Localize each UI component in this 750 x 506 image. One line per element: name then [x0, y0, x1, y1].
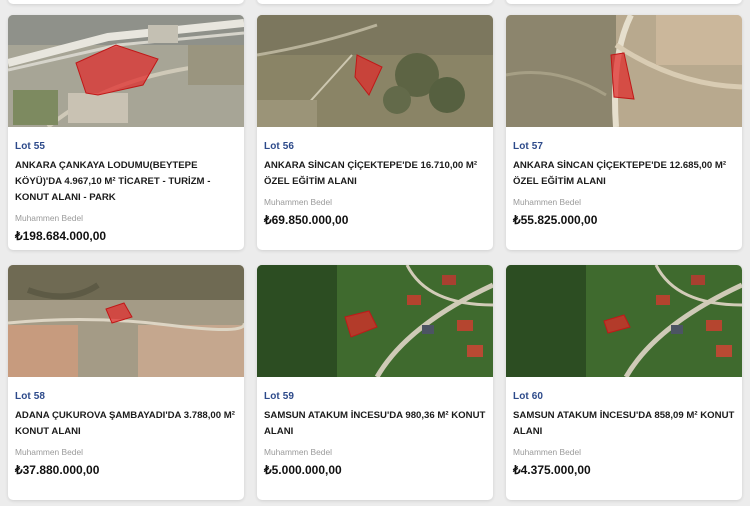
price-label: Muhammen Bedel: [513, 197, 581, 207]
price-value: ₺69.850.000,00: [264, 213, 349, 227]
price-value: ₺5.000.000,00: [264, 463, 342, 477]
listing-card-body: Lot 60 SAMSUN ATAKUM İNCESU'DA 858,09 M²…: [513, 389, 736, 478]
listing-title[interactable]: ANKARA ÇANKAYA LODUMU(BEYTEPE KÖYÜ)'DA 4…: [15, 158, 238, 206]
lot-number: Lot 60: [513, 391, 544, 402]
listing-grid: Lot 55 ANKARA ÇANKAYA LODUMU(BEYTEPE KÖY…: [0, 0, 750, 506]
listing-title[interactable]: ANKARA SİNCAN ÇİÇEKTEPE'DE 16.710,00 M² …: [264, 158, 487, 190]
listing-card[interactable]: Lot 59 SAMSUN ATAKUM İNCESU'DA 980,36 M²…: [257, 265, 493, 500]
listing-card[interactable]: Lot 58 ADANA ÇUKUROVA ŞAMBAYADI'DA 3.788…: [8, 265, 244, 500]
listing-card-body: Lot 58 ADANA ÇUKUROVA ŞAMBAYADI'DA 3.788…: [15, 389, 238, 478]
price-value: ₺55.825.000,00: [513, 213, 598, 227]
price-label: Muhammen Bedel: [15, 213, 83, 223]
price-label: Muhammen Bedel: [15, 447, 83, 457]
listing-title[interactable]: ADANA ÇUKUROVA ŞAMBAYADI'DA 3.788,00 M² …: [15, 408, 238, 440]
lot-number: Lot 59: [264, 391, 295, 402]
listing-card-partial[interactable]: [506, 0, 742, 4]
price-value: ₺37.880.000,00: [15, 463, 100, 477]
listing-card-body: Lot 59 SAMSUN ATAKUM İNCESU'DA 980,36 M²…: [264, 389, 487, 478]
listing-card-body: Lot 57 ANKARA SİNCAN ÇİÇEKTEPE'DE 12.685…: [513, 139, 736, 228]
lot-number: Lot 56: [264, 141, 295, 152]
listing-title[interactable]: ANKARA SİNCAN ÇİÇEKTEPE'DE 12.685,00 M² …: [513, 158, 736, 190]
listing-card[interactable]: Lot 56 ANKARA SİNCAN ÇİÇEKTEPE'DE 16.710…: [257, 15, 493, 250]
listing-title[interactable]: SAMSUN ATAKUM İNCESU'DA 980,36 M² KONUT …: [264, 408, 487, 440]
price-label: Muhammen Bedel: [264, 197, 332, 207]
listing-card-body: Lot 55 ANKARA ÇANKAYA LODUMU(BEYTEPE KÖY…: [15, 139, 238, 244]
satellite-map-image[interactable]: [8, 15, 244, 127]
lot-number: Lot 55: [15, 141, 46, 152]
satellite-map-image[interactable]: [506, 15, 742, 127]
satellite-map-image[interactable]: [257, 265, 493, 377]
satellite-map-image[interactable]: [506, 265, 742, 377]
listing-card[interactable]: Lot 60 SAMSUN ATAKUM İNCESU'DA 858,09 M²…: [506, 265, 742, 500]
listing-title[interactable]: SAMSUN ATAKUM İNCESU'DA 858,09 M² KONUT …: [513, 408, 736, 440]
satellite-map-image[interactable]: [8, 265, 244, 377]
listing-card-partial[interactable]: [257, 0, 493, 4]
listing-card[interactable]: Lot 57 ANKARA SİNCAN ÇİÇEKTEPE'DE 12.685…: [506, 15, 742, 250]
price-label: Muhammen Bedel: [513, 447, 581, 457]
price-label: Muhammen Bedel: [264, 447, 332, 457]
price-value: ₺198.684.000,00: [15, 229, 107, 243]
listing-card-body: Lot 56 ANKARA SİNCAN ÇİÇEKTEPE'DE 16.710…: [264, 139, 487, 228]
lot-number: Lot 57: [513, 141, 544, 152]
price-value: ₺4.375.000,00: [513, 463, 591, 477]
satellite-map-image[interactable]: [257, 15, 493, 127]
listing-card[interactable]: Lot 55 ANKARA ÇANKAYA LODUMU(BEYTEPE KÖY…: [8, 15, 244, 250]
lot-number: Lot 58: [15, 391, 46, 402]
listing-card-partial[interactable]: [8, 0, 244, 4]
